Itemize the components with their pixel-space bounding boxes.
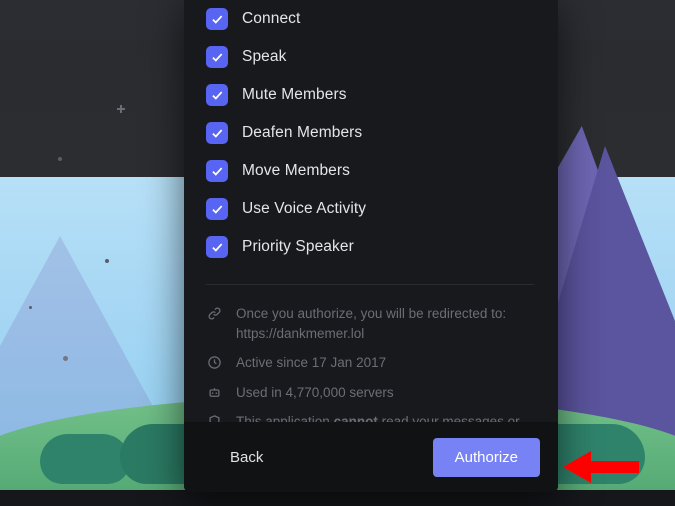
permission-checkbox[interactable] [206,236,228,258]
clock-icon [206,353,222,373]
permission-checkbox[interactable] [206,84,228,106]
info-used-in: Used in 4,770,000 servers [206,378,534,408]
info-privacy: This application cannot read your messag… [206,407,534,422]
permission-row: Move Members [206,152,534,190]
permission-label: Mute Members [242,86,347,104]
link-icon [206,304,222,343]
info-privacy-text: This application cannot read your messag… [236,412,534,422]
info-redirect: Once you authorize, you will be redirect… [206,299,534,348]
back-button[interactable]: Back [212,439,281,476]
info-used-text: Used in 4,770,000 servers [236,383,534,403]
permission-label: Speak [242,48,286,66]
permission-row: Deafen Members [206,114,534,152]
permission-checkbox[interactable] [206,46,228,68]
permission-row: Mute Members [206,76,534,114]
shield-icon [206,412,222,422]
permission-label: Deafen Members [242,124,362,142]
permission-checkbox[interactable] [206,8,228,30]
permissions-list: Connect Speak Mute Members Deafen Members Mo… [206,0,534,266]
permission-checkbox[interactable] [206,122,228,144]
permission-row: Use Voice Activity [206,190,534,228]
oauth-authorize-modal: Connect Speak Mute Members Deafen Members Mo… [184,0,558,492]
permission-row: Priority Speaker [206,228,534,266]
permission-checkbox[interactable] [206,160,228,182]
permission-label: Priority Speaker [242,238,354,256]
permission-row: Speak [206,38,534,76]
permission-label: Connect [242,10,300,28]
permission-label: Move Members [242,162,350,180]
permission-row: Connect [206,0,534,38]
info-redirect-text: Once you authorize, you will be redirect… [236,304,534,343]
authorize-button[interactable]: Authorize [433,438,540,477]
permission-label: Use Voice Activity [242,200,366,218]
info-active-since: Active since 17 Jan 2017 [206,348,534,378]
modal-footer: Back Authorize [184,422,558,492]
robot-icon [206,383,222,403]
modal-body: Connect Speak Mute Members Deafen Members Mo… [184,0,558,422]
divider [206,284,534,285]
info-active-text: Active since 17 Jan 2017 [236,353,534,373]
permission-checkbox[interactable] [206,198,228,220]
